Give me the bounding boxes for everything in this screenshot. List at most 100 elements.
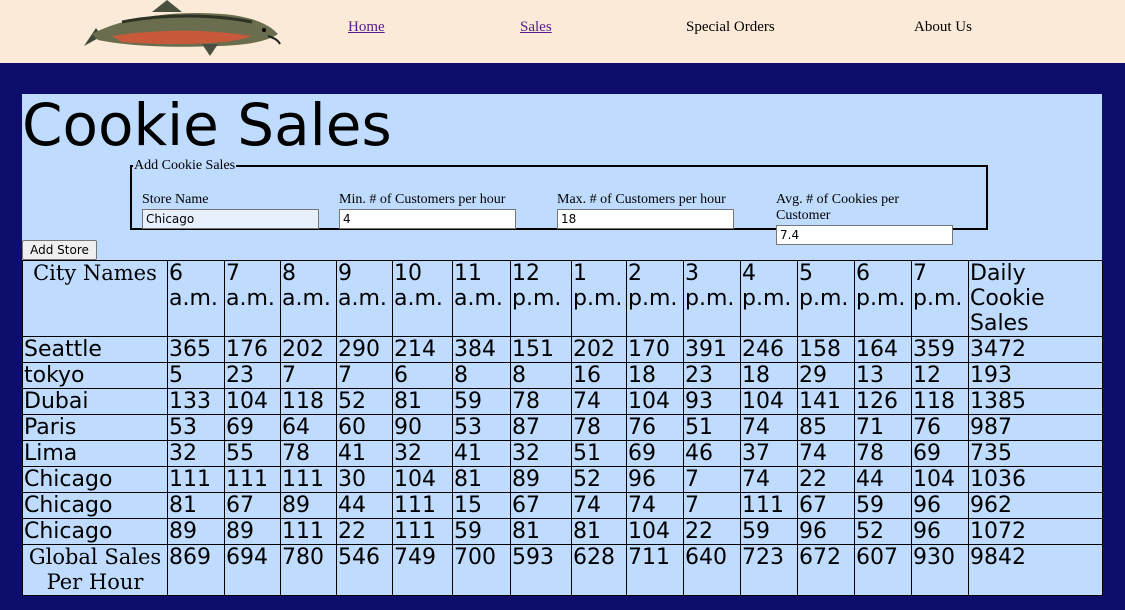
add-store-button[interactable]: Add Store xyxy=(22,240,97,260)
nav-home-link[interactable]: Home xyxy=(348,18,385,36)
hourly-sales-cell: 85 xyxy=(797,414,855,441)
hourly-sales-cell: 7 xyxy=(683,466,741,493)
hourly-sales-cell: 59 xyxy=(452,388,511,415)
min-customers-label: Min. # of Customers per hour xyxy=(339,192,506,207)
city-name-cell: Seattle xyxy=(22,336,168,363)
hour-header: 10 a.m. xyxy=(392,260,453,337)
hourly-sales-cell: 53 xyxy=(452,414,511,441)
hourly-sales-cell: 246 xyxy=(740,336,798,363)
city-name-cell: Chicago xyxy=(22,492,168,519)
hourly-sales-cell: 365 xyxy=(167,336,225,363)
hourly-sales-cell: 93 xyxy=(683,388,741,415)
global-hourly-cell: 607 xyxy=(854,544,912,596)
hour-header: 4 p.m. xyxy=(740,260,798,337)
daily-total-cell: 962 xyxy=(968,492,1103,519)
hourly-sales-cell: 89 xyxy=(280,492,337,519)
top-navigation-bar: Home Sales Special Orders About Us xyxy=(0,0,1125,63)
hourly-sales-cell: 151 xyxy=(510,336,572,363)
hour-header: 3 p.m. xyxy=(683,260,741,337)
hourly-sales-cell: 170 xyxy=(626,336,684,363)
hourly-sales-cell: 18 xyxy=(626,362,684,389)
hourly-sales-cell: 76 xyxy=(626,414,684,441)
hourly-sales-cell: 74 xyxy=(797,440,855,467)
hourly-sales-cell: 51 xyxy=(683,414,741,441)
hourly-sales-cell: 16 xyxy=(571,362,627,389)
hourly-sales-cell: 30 xyxy=(336,466,393,493)
nav-special-orders-link[interactable]: Special Orders xyxy=(686,18,775,36)
nav-about-link[interactable]: About Us xyxy=(914,18,972,36)
hourly-sales-cell: 76 xyxy=(911,414,969,441)
hourly-sales-cell: 32 xyxy=(510,440,572,467)
avg-cookies-input[interactable] xyxy=(776,225,953,245)
hourly-sales-cell: 81 xyxy=(571,518,627,545)
city-names-header: City Names xyxy=(22,260,168,337)
hourly-sales-cell: 12 xyxy=(911,362,969,389)
store-name-label: Store Name xyxy=(142,192,209,207)
hourly-sales-cell: 52 xyxy=(854,518,912,545)
daily-total-cell: 1072 xyxy=(968,518,1103,545)
hourly-sales-cell: 69 xyxy=(626,440,684,467)
city-name-cell: Lima xyxy=(22,440,168,467)
hourly-sales-cell: 67 xyxy=(510,492,572,519)
store-name-input[interactable] xyxy=(142,209,319,229)
city-name-cell: Paris xyxy=(22,414,168,441)
hourly-sales-cell: 13 xyxy=(854,362,912,389)
hourly-sales-cell: 78 xyxy=(571,414,627,441)
hourly-sales-cell: 133 xyxy=(167,388,225,415)
salmon-logo xyxy=(84,0,281,56)
hourly-sales-cell: 96 xyxy=(911,518,969,545)
hourly-sales-cell: 89 xyxy=(224,518,281,545)
hourly-sales-cell: 64 xyxy=(280,414,337,441)
global-hourly-cell: 723 xyxy=(740,544,798,596)
hourly-sales-cell: 158 xyxy=(797,336,855,363)
city-name-cell: Chicago xyxy=(22,518,168,545)
daily-total-cell: 1036 xyxy=(968,466,1103,493)
global-hourly-cell: 628 xyxy=(571,544,627,596)
hourly-sales-cell: 89 xyxy=(510,466,572,493)
global-total-cell: 9842 xyxy=(968,544,1103,596)
hourly-sales-cell: 164 xyxy=(854,336,912,363)
hourly-sales-cell: 7 xyxy=(280,362,337,389)
hourly-sales-cell: 214 xyxy=(392,336,453,363)
min-customers-input[interactable] xyxy=(339,209,516,229)
hourly-sales-cell: 51 xyxy=(571,440,627,467)
hourly-sales-cell: 81 xyxy=(452,466,511,493)
hourly-sales-cell: 96 xyxy=(626,466,684,493)
store-name-group: Store Name xyxy=(142,192,319,229)
global-hourly-cell: 780 xyxy=(280,544,337,596)
daily-total-cell: 735 xyxy=(968,440,1103,467)
hourly-sales-cell: 41 xyxy=(452,440,511,467)
hourly-sales-cell: 111 xyxy=(392,492,453,519)
nav-sales-link[interactable]: Sales xyxy=(520,18,552,36)
hourly-sales-cell: 44 xyxy=(854,466,912,493)
hourly-sales-cell: 89 xyxy=(167,518,225,545)
hourly-sales-cell: 7 xyxy=(683,492,741,519)
hourly-sales-cell: 22 xyxy=(797,466,855,493)
hourly-sales-cell: 15 xyxy=(452,492,511,519)
hourly-sales-cell: 22 xyxy=(683,518,741,545)
max-customers-group: Max. # of Customers per hour xyxy=(557,192,734,229)
hourly-sales-cell: 176 xyxy=(224,336,281,363)
hourly-sales-cell: 32 xyxy=(392,440,453,467)
hour-header: 8 a.m. xyxy=(280,260,337,337)
daily-total-cell: 193 xyxy=(968,362,1103,389)
global-hourly-cell: 869 xyxy=(167,544,225,596)
hourly-sales-cell: 141 xyxy=(797,388,855,415)
hourly-sales-cell: 67 xyxy=(224,492,281,519)
hourly-sales-cell: 46 xyxy=(683,440,741,467)
hourly-sales-cell: 104 xyxy=(626,388,684,415)
hourly-sales-cell: 359 xyxy=(911,336,969,363)
hourly-sales-cell: 118 xyxy=(911,388,969,415)
hourly-sales-cell: 202 xyxy=(571,336,627,363)
hourly-sales-cell: 7 xyxy=(336,362,393,389)
table-row: Chicago 111 111 111 30 104 81 89 52 96 7 74 22 44 104 1… xyxy=(22,466,1103,493)
avg-cookies-group: Avg. # of Cookies per Customer xyxy=(776,192,956,245)
table-header-row: City Names 6 a.m. 7 a.m. 8 a.m. 9 a.m. 10 a.… xyxy=(22,260,1103,337)
hourly-sales-cell: 111 xyxy=(167,466,225,493)
hourly-sales-cell: 23 xyxy=(224,362,281,389)
hourly-sales-cell: 59 xyxy=(740,518,798,545)
hourly-sales-cell: 90 xyxy=(392,414,453,441)
max-customers-input[interactable] xyxy=(557,209,734,229)
hourly-sales-cell: 104 xyxy=(740,388,798,415)
hourly-sales-cell: 29 xyxy=(797,362,855,389)
